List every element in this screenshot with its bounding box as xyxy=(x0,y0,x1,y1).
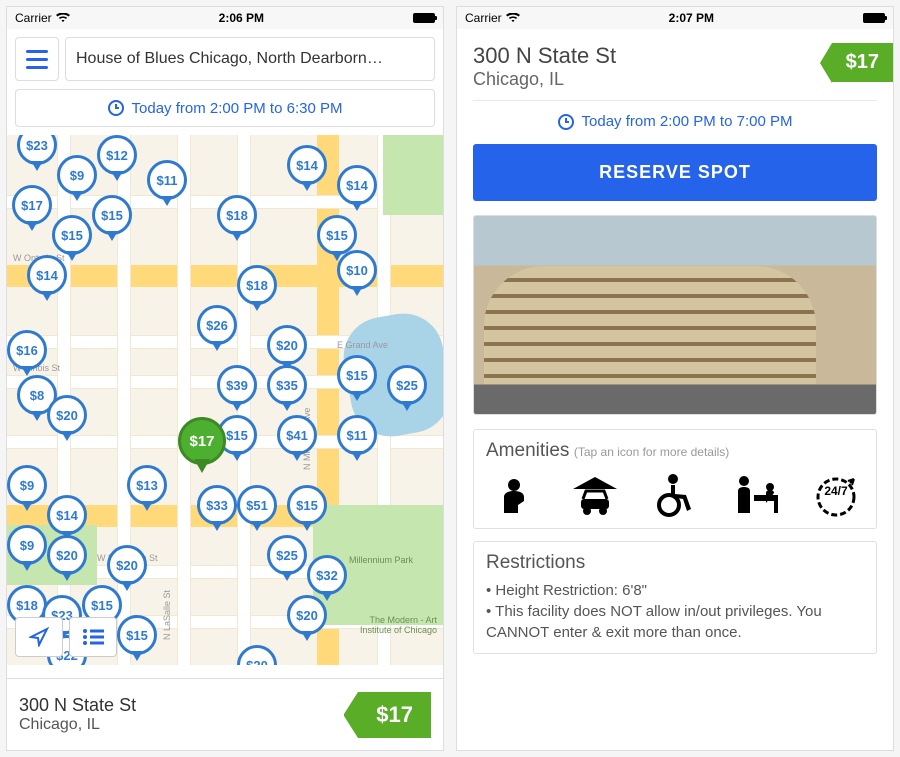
price-pin[interactable]: $51 xyxy=(237,485,277,525)
price-pin[interactable]: $14 xyxy=(337,165,377,205)
phone-detail-screen: Carrier 2:07 PM 300 N State St Chicago, … xyxy=(456,6,894,751)
amenities-card: Amenities (Tap an icon for more details)… xyxy=(473,429,877,529)
spot-address: 300 N State St xyxy=(19,695,136,716)
carrier-label: Carrier xyxy=(465,11,502,25)
price-pin[interactable]: $20 xyxy=(107,545,147,585)
price-pin[interactable]: $39 xyxy=(217,365,257,405)
date-range-selector[interactable]: Today from 2:00 PM to 6:30 PM xyxy=(15,89,435,127)
price-pin[interactable]: $15 xyxy=(337,355,377,395)
price-pin[interactable]: $18 xyxy=(217,195,257,235)
clock-icon xyxy=(558,114,574,130)
clock-time: 2:07 PM xyxy=(669,11,714,25)
price-pin[interactable]: $16 xyxy=(7,330,47,370)
price-pin[interactable]: $25 xyxy=(387,365,427,405)
battery-icon xyxy=(863,13,885,23)
price-pin-selected[interactable]: $17 xyxy=(178,417,226,465)
list-icon xyxy=(82,628,104,646)
date-range-label: Today from 2:00 PM to 7:00 PM xyxy=(582,113,793,130)
restrictions-title: Restrictions xyxy=(486,552,585,573)
reserve-button[interactable]: RESERVE SPOT xyxy=(473,144,877,201)
amenity-valet-icon[interactable] xyxy=(486,472,542,518)
detail-city: Chicago, IL xyxy=(473,69,616,90)
price-pin[interactable]: $20 xyxy=(287,595,327,635)
price-pin[interactable]: $14 xyxy=(47,495,87,535)
carrier-label: Carrier xyxy=(15,11,52,25)
price-pin[interactable]: $15 xyxy=(317,215,357,255)
price-pin[interactable]: $9 xyxy=(57,155,97,195)
price-pin[interactable]: $9 xyxy=(7,525,47,565)
spot-price-tag: $17 xyxy=(358,692,431,738)
selected-spot-bar[interactable]: 300 N State St Chicago, IL $17 xyxy=(7,678,443,750)
list-view-button[interactable] xyxy=(69,617,117,657)
price-pin[interactable]: $18 xyxy=(237,265,277,305)
price-pin[interactable]: $15 xyxy=(92,195,132,235)
amenity-covered-icon[interactable] xyxy=(567,472,623,518)
wifi-icon xyxy=(56,13,70,23)
price-pin[interactable]: $15 xyxy=(117,615,157,655)
detail-address: 300 N State St xyxy=(473,43,616,69)
map[interactable]: W Ontario St E Grand Ave W Illinois St W… xyxy=(7,135,443,665)
status-bar: Carrier 2:06 PM xyxy=(7,7,443,29)
amenity-attendant-icon[interactable] xyxy=(728,472,784,518)
price-pin[interactable]: $15 xyxy=(52,215,92,255)
price-pin[interactable]: $17 xyxy=(12,185,52,225)
price-pin[interactable]: $25 xyxy=(267,535,307,575)
restriction-item: Height Restriction: 6'8" xyxy=(486,580,864,601)
status-bar: Carrier 2:07 PM xyxy=(457,7,893,29)
amenity-accessible-icon[interactable] xyxy=(647,472,703,518)
svg-text:24/7: 24/7 xyxy=(824,484,848,498)
price-pin[interactable]: $20 xyxy=(47,395,87,435)
date-range-selector[interactable]: Today from 2:00 PM to 7:00 PM xyxy=(473,113,877,130)
price-pin[interactable]: $14 xyxy=(287,145,327,185)
spot-city: Chicago, IL xyxy=(19,716,136,734)
locate-me-button[interactable] xyxy=(15,617,63,657)
price-pin[interactable]: $10 xyxy=(337,250,377,290)
amenity-247-icon[interactable]: 24/7 xyxy=(808,472,864,518)
price-pin[interactable]: $14 xyxy=(27,255,67,295)
price-pin[interactable]: $23 xyxy=(17,135,57,165)
date-range-label: Today from 2:00 PM to 6:30 PM xyxy=(132,100,343,117)
price-pin[interactable]: $20 xyxy=(267,325,307,365)
amenities-hint: (Tap an icon for more details) xyxy=(574,445,729,459)
battery-icon xyxy=(413,13,435,23)
price-pin[interactable]: $11 xyxy=(147,160,187,200)
price-pin[interactable]: $15 xyxy=(287,485,327,525)
amenities-title: Amenities xyxy=(486,440,569,461)
price-pin[interactable]: $33 xyxy=(197,485,237,525)
phone-map-screen: Carrier 2:06 PM House of Blues Chicago, … xyxy=(6,6,444,751)
clock-icon xyxy=(108,100,124,116)
facility-photo[interactable] xyxy=(473,215,877,415)
restriction-item: This facility does NOT allow in/out priv… xyxy=(486,601,864,643)
price-pin[interactable]: $20 xyxy=(237,645,277,665)
detail-price-tag: $17 xyxy=(832,43,893,82)
price-pin[interactable]: $20 xyxy=(47,535,87,575)
price-pin[interactable]: $9 xyxy=(7,465,47,505)
price-pin[interactable]: $35 xyxy=(267,365,307,405)
wifi-icon xyxy=(506,13,520,23)
menu-button[interactable] xyxy=(15,37,59,81)
clock-time: 2:06 PM xyxy=(219,11,264,25)
price-pin[interactable]: $11 xyxy=(337,415,377,455)
price-pin[interactable]: $32 xyxy=(307,555,347,595)
location-arrow-icon xyxy=(29,627,49,647)
price-pin[interactable]: $41 xyxy=(277,415,317,455)
price-pin[interactable]: $13 xyxy=(127,465,167,505)
price-pin[interactable]: $26 xyxy=(197,305,237,345)
search-input[interactable]: House of Blues Chicago, North Dearborn… xyxy=(65,37,435,81)
price-pin[interactable]: $12 xyxy=(97,135,137,175)
restrictions-card: Restrictions Height Restriction: 6'8" Th… xyxy=(473,541,877,654)
